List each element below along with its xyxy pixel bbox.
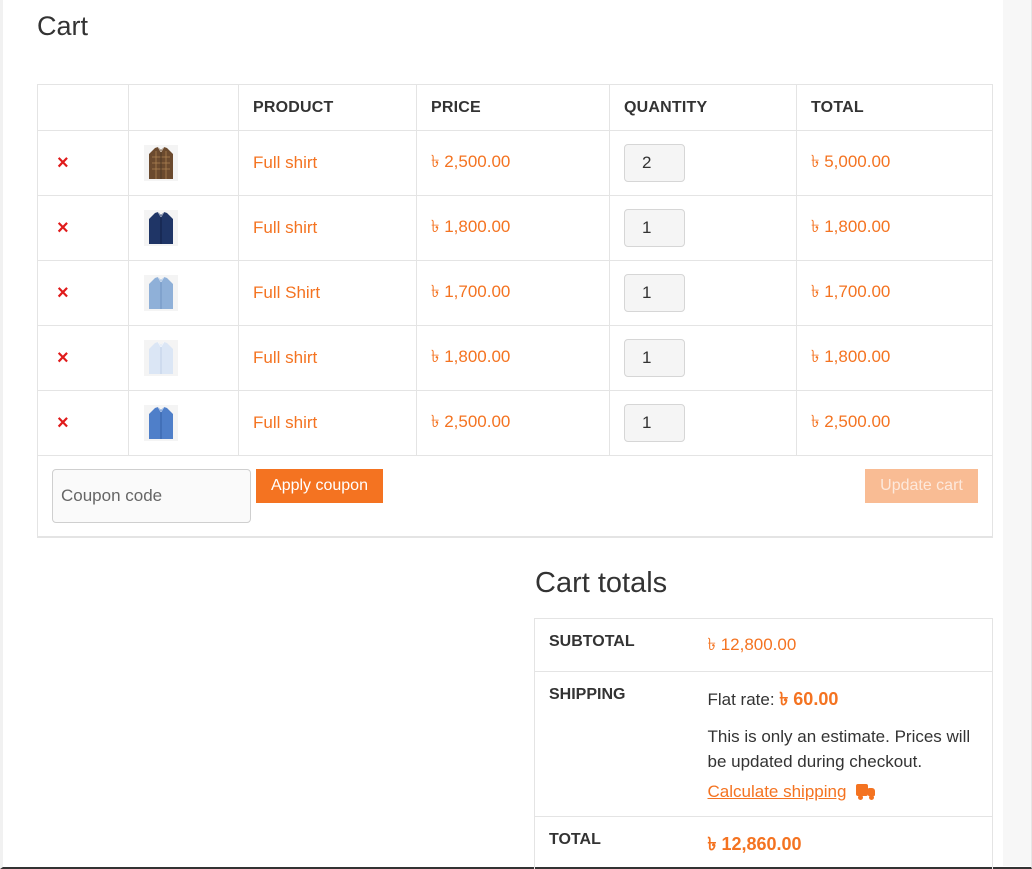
subtotal-value: ৳ 12,800.00 — [693, 618, 993, 672]
cart-item-row: × Full shirt ৳ 1,800.00 ৳ 1,800.00 — [37, 195, 993, 261]
page-title: Cart — [37, 11, 89, 41]
order-total-value: ৳ 12,860.00 — [707, 834, 802, 854]
product-thumbnail[interactable] — [143, 405, 238, 441]
product-name-link[interactable]: Full shirt — [253, 218, 317, 237]
truck-icon — [856, 784, 876, 800]
cart-actions-row: Apply coupon Update cart — [37, 455, 993, 537]
product-cell: Full Shirt — [238, 260, 417, 326]
subtotal-row: SUBTOTAL ৳ 12,800.00 — [534, 618, 993, 672]
line-total-cell: ৳ 1,700.00 — [796, 260, 993, 326]
shipping-cost: ৳ 60.00 — [779, 689, 839, 709]
cart-table: PRODUCT PRICE QUANTITY TOTAL × Full shirt… — [37, 84, 993, 538]
product-thumbnail[interactable] — [143, 340, 238, 376]
remove-item-icon[interactable]: × — [52, 283, 69, 303]
header-product: PRODUCT — [238, 84, 417, 131]
remove-cell: × — [37, 260, 129, 326]
product-name-link[interactable]: Full shirt — [253, 413, 317, 432]
quantity-input[interactable] — [624, 339, 685, 377]
product-cell: Full shirt — [238, 325, 417, 391]
remove-item-icon[interactable]: × — [52, 218, 69, 238]
price-cell: ৳ 1,800.00 — [416, 325, 610, 391]
cart-item-row: × Full Shirt ৳ 1,700.00 ৳ 1,700.00 — [37, 260, 993, 326]
quantity-input[interactable] — [624, 274, 685, 312]
calculate-shipping-label: Calculate shipping — [707, 782, 847, 801]
remove-item-icon[interactable]: × — [52, 348, 69, 368]
product-name-link[interactable]: Full shirt — [253, 348, 317, 367]
price-cell: ৳ 2,500.00 — [416, 130, 610, 196]
update-cart-button[interactable]: Update cart — [865, 469, 978, 503]
item-price: ৳ 1,800.00 — [431, 347, 511, 366]
thumbnail-cell — [128, 195, 239, 261]
item-price: ৳ 2,500.00 — [431, 412, 511, 431]
remove-cell: × — [37, 130, 129, 196]
remove-cell: × — [37, 325, 129, 391]
line-total: ৳ 1,800.00 — [811, 347, 891, 366]
item-price: ৳ 2,500.00 — [431, 152, 511, 171]
cart-totals-title: Cart totals — [535, 567, 668, 599]
price-cell: ৳ 2,500.00 — [416, 390, 610, 456]
quantity-cell — [609, 130, 797, 196]
cart-item-row: × Full shirt ৳ 1,800.00 ৳ 1,800.00 — [37, 325, 993, 391]
calculate-shipping-link[interactable]: Calculate shipping — [708, 782, 877, 802]
product-name-link[interactable]: Full Shirt — [253, 283, 320, 302]
header-price: PRICE — [416, 84, 610, 131]
quantity-input[interactable] — [624, 209, 685, 247]
quantity-input[interactable] — [624, 144, 685, 182]
quantity-cell — [609, 325, 797, 391]
shipping-method: Flat rate: ৳ 60.00 — [708, 685, 993, 716]
product-thumbnail[interactable] — [143, 145, 238, 181]
header-total: TOTAL — [796, 84, 993, 131]
product-cell: Full shirt — [238, 130, 417, 196]
order-total-value-cell: ৳ 12,860.00 — [693, 816, 993, 869]
shipping-label: SHIPPING — [534, 671, 694, 817]
cart-actions: Apply coupon Update cart — [37, 455, 993, 537]
product-cell: Full shirt — [238, 195, 417, 261]
order-total-label: TOTAL — [534, 816, 694, 869]
line-total: ৳ 1,800.00 — [811, 217, 891, 236]
line-total: ৳ 1,700.00 — [811, 282, 891, 301]
cart-item-row: × Full shirt ৳ 2,500.00 ৳ 5,000.00 — [37, 130, 993, 196]
cart-totals-table: SUBTOTAL ৳ 12,800.00 SHIPPING Flat rate:… — [534, 618, 993, 869]
remove-cell: × — [37, 390, 129, 456]
product-cell: Full shirt — [238, 390, 417, 456]
apply-coupon-button[interactable]: Apply coupon — [256, 469, 383, 503]
cart-table-header: PRODUCT PRICE QUANTITY TOTAL — [37, 84, 993, 131]
shipping-method-label: Flat rate: — [707, 690, 775, 709]
line-total: ৳ 2,500.00 — [811, 412, 891, 431]
quantity-cell — [609, 260, 797, 326]
thumbnail-cell — [128, 325, 239, 391]
product-thumbnail[interactable] — [143, 275, 238, 311]
thumbnail-cell — [128, 390, 239, 456]
shipping-row: SHIPPING Flat rate: ৳ 60.00 This is only… — [534, 671, 993, 817]
shipping-estimate-note: This is only an estimate. Prices will be… — [707, 727, 971, 771]
line-total-cell: ৳ 1,800.00 — [796, 325, 993, 391]
order-total-row: TOTAL ৳ 12,860.00 — [534, 816, 993, 869]
item-price: ৳ 1,700.00 — [431, 282, 511, 301]
line-total-cell: ৳ 2,500.00 — [796, 390, 993, 456]
header-quantity: QUANTITY — [609, 84, 797, 131]
quantity-input[interactable] — [624, 404, 685, 442]
right-gutter — [1003, 0, 1031, 866]
thumbnail-cell — [128, 260, 239, 326]
cart-item-row: × Full shirt ৳ 2,500.00 ৳ 2,500.00 — [37, 390, 993, 456]
line-total-cell: ৳ 5,000.00 — [796, 130, 993, 196]
remove-item-icon[interactable]: × — [52, 153, 69, 173]
quantity-cell — [609, 195, 797, 261]
thumbnail-cell — [128, 130, 239, 196]
product-name-link[interactable]: Full shirt — [253, 153, 317, 172]
shipping-details: Flat rate: ৳ 60.00 This is only an estim… — [693, 671, 993, 817]
quantity-cell — [609, 390, 797, 456]
remove-item-icon[interactable]: × — [52, 413, 69, 433]
line-total-cell: ৳ 1,800.00 — [796, 195, 993, 261]
subtotal-label: SUBTOTAL — [534, 618, 694, 672]
price-cell: ৳ 1,700.00 — [416, 260, 610, 326]
price-cell: ৳ 1,800.00 — [416, 195, 610, 261]
product-thumbnail[interactable] — [143, 210, 238, 246]
remove-cell: × — [37, 195, 129, 261]
header-thumbnail — [128, 84, 239, 131]
header-remove — [37, 84, 129, 131]
coupon-code-input[interactable] — [52, 469, 251, 523]
item-price: ৳ 1,800.00 — [431, 217, 511, 236]
line-total: ৳ 5,000.00 — [811, 152, 891, 171]
